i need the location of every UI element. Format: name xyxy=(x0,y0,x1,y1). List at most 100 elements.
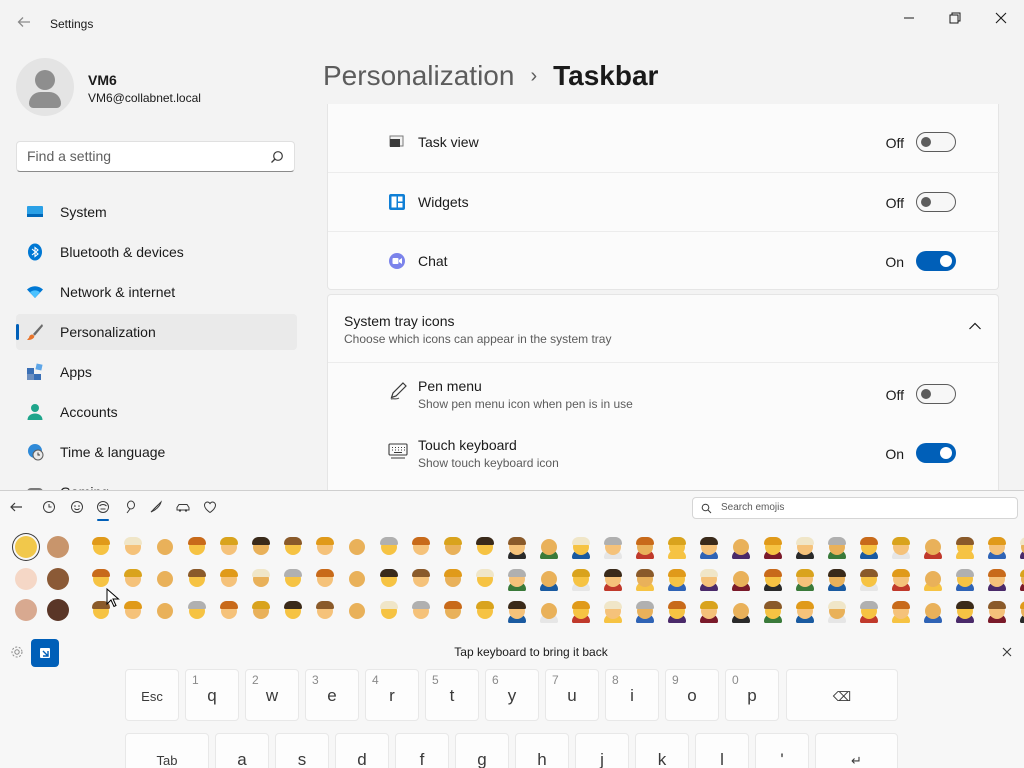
key-t[interactable]: 5t xyxy=(425,669,479,721)
emoji-person-icon[interactable] xyxy=(280,567,306,593)
emoji-person-icon[interactable] xyxy=(152,567,178,593)
emoji-person-icon[interactable] xyxy=(216,567,242,593)
emoji-person-icon[interactable] xyxy=(536,599,562,625)
setting-row-widgets[interactable]: Widgets Off xyxy=(328,172,1000,230)
emoji-person-icon[interactable] xyxy=(952,599,978,625)
people-icon[interactable] xyxy=(95,499,111,521)
key-esc[interactable]: Esc xyxy=(125,669,179,721)
key-r[interactable]: 4r xyxy=(365,669,419,721)
emoji-person-icon[interactable] xyxy=(792,535,818,561)
emoji-person-icon[interactable] xyxy=(888,599,914,625)
emoji-person-icon[interactable] xyxy=(504,599,530,625)
emoji-person-icon[interactable] xyxy=(408,599,434,625)
system-tray-header[interactable]: System tray icons Choose which icons can… xyxy=(328,295,1000,362)
key-w[interactable]: 2w xyxy=(245,669,299,721)
setting-row-chat[interactable]: Chat On xyxy=(328,231,1000,289)
back-arrow-icon[interactable] xyxy=(14,14,34,34)
key-a[interactable]: a xyxy=(215,733,269,768)
emoji-person-icon[interactable] xyxy=(728,535,754,561)
emoji-person-icon[interactable] xyxy=(88,535,114,561)
emoji-person-icon[interactable] xyxy=(184,599,210,625)
emoji-person-icon[interactable] xyxy=(120,599,146,625)
emoji-person-icon[interactable] xyxy=(376,535,402,561)
emoji-person-icon[interactable] xyxy=(536,567,562,593)
breadcrumb-parent[interactable]: Personalization xyxy=(323,60,514,92)
emoji-person-icon[interactable] xyxy=(984,599,1010,625)
emoji-person-icon[interactable] xyxy=(984,567,1010,593)
emoji-person-icon[interactable] xyxy=(664,599,690,625)
emoji-person-icon[interactable] xyxy=(248,599,274,625)
emoji-person-icon[interactable] xyxy=(600,535,626,561)
emoji-person-icon[interactable] xyxy=(728,599,754,625)
emoji-person-icon[interactable] xyxy=(1016,599,1024,625)
emoji-person-icon[interactable] xyxy=(664,535,690,561)
emoji-person-icon[interactable] xyxy=(376,599,402,625)
emoji-person-icon[interactable] xyxy=(984,535,1010,561)
chat-toggle[interactable] xyxy=(916,251,956,271)
key-u[interactable]: 7u xyxy=(545,669,599,721)
car-icon[interactable] xyxy=(175,499,191,515)
setting-row-pen-menu[interactable]: Pen menu Show pen menu icon when pen is … xyxy=(328,362,1000,422)
emoji-person-icon[interactable] xyxy=(152,535,178,561)
key-d[interactable]: d xyxy=(335,733,389,768)
emoji-person-icon[interactable] xyxy=(472,567,498,593)
emoji-person-icon[interactable] xyxy=(856,535,882,561)
emoji-person-icon[interactable] xyxy=(632,599,658,625)
emoji-person-icon[interactable] xyxy=(184,567,210,593)
emoji-person-icon[interactable] xyxy=(504,535,530,561)
emoji-person-icon[interactable] xyxy=(792,599,818,625)
key-g[interactable]: g xyxy=(455,733,509,768)
key-e[interactable]: 3e xyxy=(305,669,359,721)
skin-tone-medium-dark[interactable] xyxy=(47,568,69,590)
setting-row-touch-keyboard[interactable]: Touch keyboard Show touch keyboard icon … xyxy=(328,422,1000,482)
key-q[interactable]: 1q xyxy=(185,669,239,721)
emoji-person-icon[interactable] xyxy=(920,599,946,625)
back-arrow-icon[interactable] xyxy=(8,499,24,515)
sidebar-item-time-language[interactable]: Time & language xyxy=(16,434,297,470)
emoji-person-icon[interactable] xyxy=(376,567,402,593)
emoji-person-icon[interactable] xyxy=(696,599,722,625)
emoji-person-icon[interactable] xyxy=(216,599,242,625)
emoji-person-icon[interactable] xyxy=(760,567,786,593)
emoji-person-icon[interactable] xyxy=(632,535,658,561)
key-i[interactable]: 8i xyxy=(605,669,659,721)
key-special[interactable]: ⌫ xyxy=(786,669,898,721)
emoji-person-icon[interactable] xyxy=(120,535,146,561)
emoji-person-icon[interactable] xyxy=(472,535,498,561)
emoji-search-box[interactable] xyxy=(692,497,1018,519)
emoji-person-icon[interactable] xyxy=(600,567,626,593)
close-button[interactable] xyxy=(978,4,1024,32)
emoji-person-icon[interactable] xyxy=(952,535,978,561)
sidebar-item-system[interactable]: System xyxy=(16,194,297,230)
emoji-person-icon[interactable] xyxy=(504,567,530,593)
emoji-person-icon[interactable] xyxy=(216,535,242,561)
emoji-person-icon[interactable] xyxy=(440,535,466,561)
emoji-person-icon[interactable] xyxy=(632,567,658,593)
search-input[interactable] xyxy=(27,148,257,164)
user-profile[interactable]: VM6 VM6@collabnet.local xyxy=(16,58,306,118)
touch-keyboard-toggle[interactable] xyxy=(916,443,956,463)
emoji-person-icon[interactable] xyxy=(664,567,690,593)
sidebar-item-apps[interactable]: Apps xyxy=(16,354,297,390)
emoji-person-icon[interactable] xyxy=(760,599,786,625)
emoji-person-icon[interactable] xyxy=(920,535,946,561)
emoji-person-icon[interactable] xyxy=(120,567,146,593)
emoji-person-icon[interactable] xyxy=(856,599,882,625)
widgets-toggle[interactable] xyxy=(916,192,956,212)
pizza-slice-icon[interactable] xyxy=(148,499,164,515)
restore-button[interactable] xyxy=(932,4,978,32)
emoji-person-icon[interactable] xyxy=(408,535,434,561)
emoji-person-icon[interactable] xyxy=(1016,567,1024,593)
emoji-person-icon[interactable] xyxy=(280,599,306,625)
settings-search[interactable] xyxy=(16,141,295,172)
skin-tone-dark[interactable] xyxy=(47,599,69,621)
key-tab[interactable]: Tab xyxy=(125,733,209,768)
pen-menu-toggle[interactable] xyxy=(916,384,956,404)
emoji-person-icon[interactable] xyxy=(408,567,434,593)
setting-row-task-view[interactable]: Task view Off xyxy=(328,113,1000,171)
key-j[interactable]: j xyxy=(575,733,629,768)
emoji-person-icon[interactable] xyxy=(344,535,370,561)
emoji-person-icon[interactable] xyxy=(568,599,594,625)
emoji-person-icon[interactable] xyxy=(696,567,722,593)
emoji-person-icon[interactable] xyxy=(312,535,338,561)
